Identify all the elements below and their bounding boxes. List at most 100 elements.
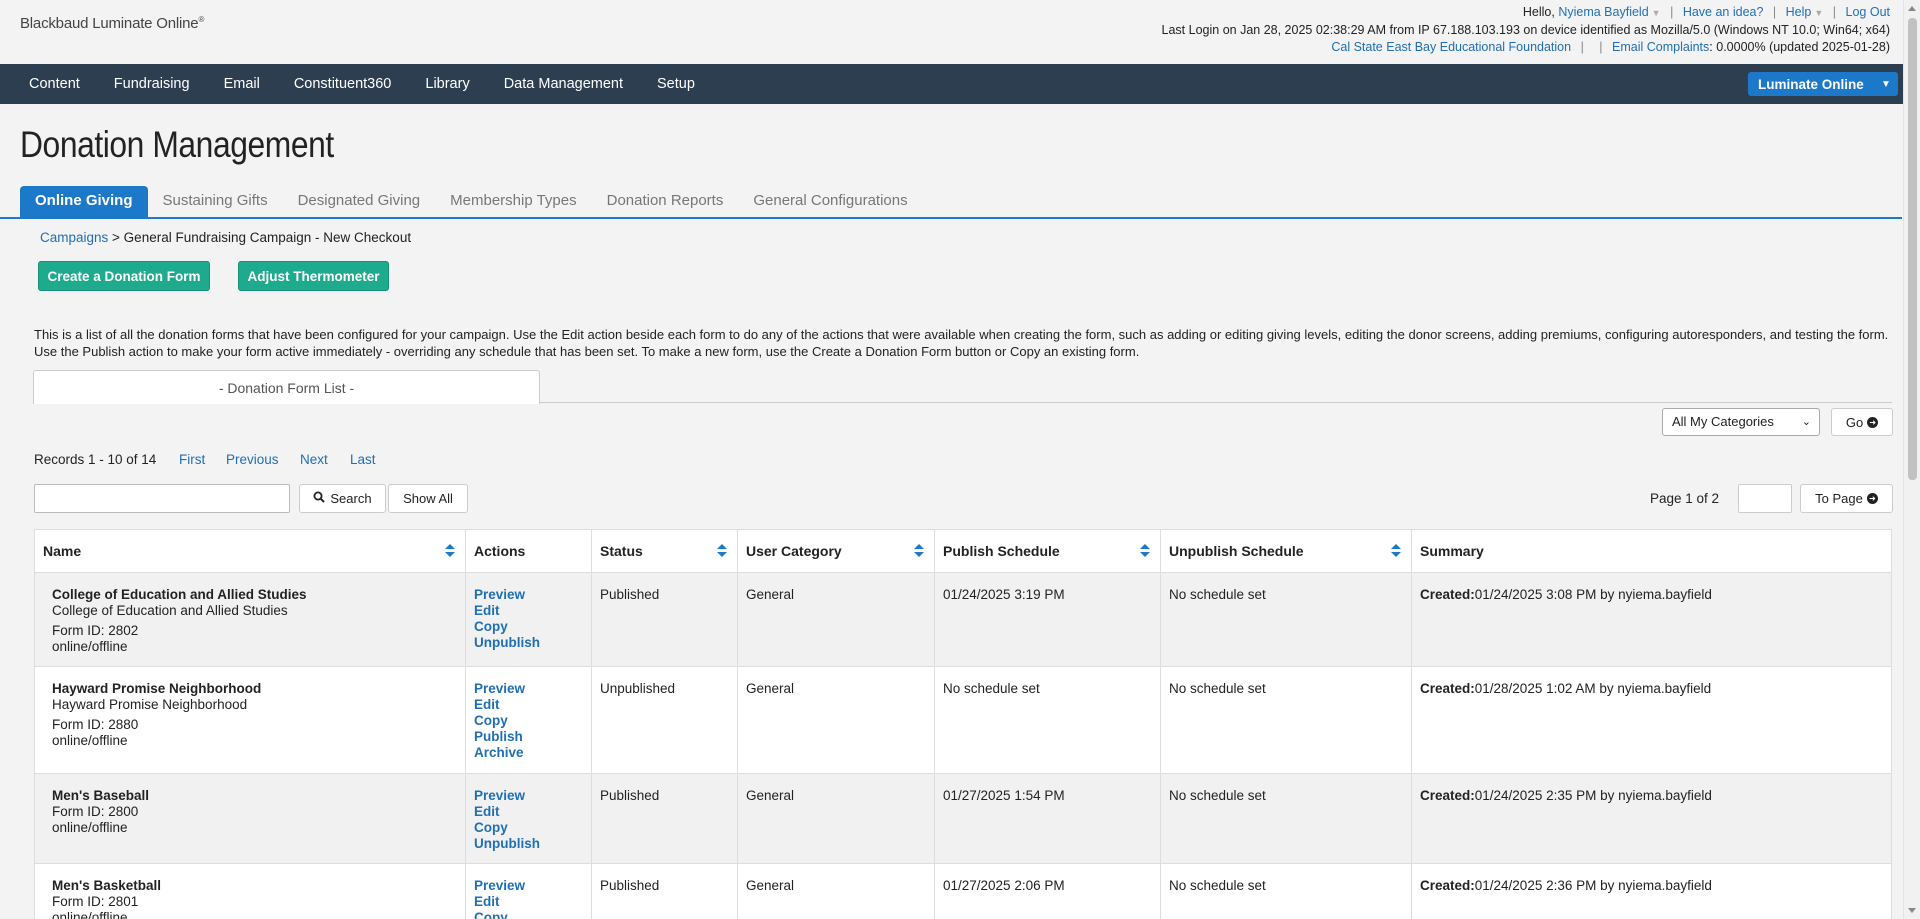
column-header-status[interactable]: Status xyxy=(592,530,738,572)
go-button-label: Go xyxy=(1845,414,1864,430)
email-complaints-link[interactable]: Email Complaints xyxy=(1612,40,1709,54)
to-page-button[interactable]: To Page ➜ xyxy=(1800,484,1893,513)
arrow-right-circle-icon: ➜ xyxy=(1866,493,1878,504)
created-label: Created: xyxy=(1420,587,1475,602)
preview-link[interactable]: Preview xyxy=(474,788,583,804)
form-name: College of Education and Allied Studies xyxy=(52,587,307,602)
pager-previous-link[interactable]: Previous xyxy=(226,452,279,467)
form-id: Form ID: 2880 xyxy=(52,717,139,732)
column-header-user-category[interactable]: User Category xyxy=(738,530,935,572)
copy-link[interactable]: Copy xyxy=(474,910,583,919)
form-subtitle: College of Education and Allied Studies xyxy=(52,603,288,618)
column-header-name[interactable]: Name xyxy=(35,530,466,572)
nav-item-email[interactable]: Email xyxy=(207,64,277,104)
column-header-label: Publish Schedule xyxy=(943,543,1060,559)
name-cell: Men's Baseball Form ID: 2800 online/offl… xyxy=(35,774,466,863)
created-label: Created: xyxy=(1420,681,1475,696)
preview-link[interactable]: Preview xyxy=(474,587,583,603)
actions-cell: Preview Edit Copy Unpublish xyxy=(466,573,592,666)
preview-link[interactable]: Preview xyxy=(474,681,583,697)
help-menu-link[interactable]: Help xyxy=(1786,5,1812,19)
pager-first-link[interactable]: First xyxy=(179,452,205,467)
preview-link[interactable]: Preview xyxy=(474,878,583,894)
scroll-down-icon[interactable] xyxy=(1908,908,1916,913)
scroll-up-icon[interactable] xyxy=(1908,6,1916,11)
tab-membership-types[interactable]: Membership Types xyxy=(435,186,591,218)
publish-schedule-cell: No schedule set xyxy=(935,667,1161,773)
copy-link[interactable]: Copy xyxy=(474,820,583,836)
arrow-right-circle-icon: ➜ xyxy=(1867,416,1879,428)
category-select[interactable]: All My Categories ⌄ xyxy=(1662,408,1820,436)
page-description: This is a list of all the donation forms… xyxy=(34,327,1889,359)
main-nav: Content Fundraising Email Constituent360… xyxy=(0,64,1920,104)
summary-cell: Created:01/24/2025 3:08 PM by nyiema.bay… xyxy=(1412,573,1891,666)
status-cell: Published xyxy=(592,573,738,666)
nav-item-constituent360[interactable]: Constituent360 xyxy=(277,64,409,104)
scrollbar-thumb[interactable] xyxy=(1908,18,1917,480)
edit-link[interactable]: Edit xyxy=(474,804,583,820)
go-button[interactable]: Go ➜ xyxy=(1831,408,1893,436)
category-cell: General xyxy=(738,573,935,666)
user-menu-link[interactable]: Nyiema Bayfield xyxy=(1558,5,1648,19)
separator: | xyxy=(1580,40,1584,54)
form-mode: online/offline xyxy=(52,639,128,654)
logo[interactable]: Blackbaud Luminate Online® xyxy=(20,15,204,32)
edit-link[interactable]: Edit xyxy=(474,603,583,619)
form-id: Form ID: 2800 xyxy=(52,804,139,819)
search-input[interactable] xyxy=(34,484,290,513)
edit-link[interactable]: Edit xyxy=(474,894,583,910)
status-cell: Published xyxy=(592,774,738,863)
unpublish-link[interactable]: Unpublish xyxy=(474,635,583,651)
chevron-down-icon: ⌄ xyxy=(1801,416,1811,428)
have-an-idea-link[interactable]: Have an idea? xyxy=(1683,5,1764,19)
created-value: 01/24/2025 2:36 PM by nyiema.bayfield xyxy=(1474,878,1712,893)
status-cell: Published xyxy=(592,864,738,919)
unpublish-link[interactable]: Unpublish xyxy=(474,836,583,852)
tab-sustaining-gifts[interactable]: Sustaining Gifts xyxy=(148,186,283,218)
org-link[interactable]: Cal State East Bay Educational Foundatio… xyxy=(1331,40,1571,54)
sort-icon xyxy=(914,544,924,558)
breadcrumb-campaigns-link[interactable]: Campaigns xyxy=(40,230,108,245)
tab-general-configurations[interactable]: General Configurations xyxy=(738,186,922,218)
tab-donation-reports[interactable]: Donation Reports xyxy=(592,186,739,218)
unpublish-schedule-cell: No schedule set xyxy=(1161,573,1412,666)
hello-text: Hello, xyxy=(1522,5,1555,19)
copy-link[interactable]: Copy xyxy=(474,619,583,635)
sort-icon xyxy=(1391,544,1401,558)
page-number-input[interactable] xyxy=(1738,484,1792,513)
nav-item-data-management[interactable]: Data Management xyxy=(487,64,640,104)
adjust-thermometer-button[interactable]: Adjust Thermometer xyxy=(238,261,389,291)
show-all-button[interactable]: Show All xyxy=(388,484,468,513)
column-header-actions: Actions xyxy=(466,530,592,572)
created-value: 01/24/2025 2:35 PM by nyiema.bayfield xyxy=(1474,788,1712,803)
category-cell: General xyxy=(738,667,935,773)
edit-link[interactable]: Edit xyxy=(474,697,583,713)
actions-cell: Preview Edit Copy xyxy=(466,864,592,919)
product-switcher-button[interactable]: Luminate Online ▼ xyxy=(1748,72,1898,96)
logout-link[interactable]: Log Out xyxy=(1846,5,1890,19)
nav-item-setup[interactable]: Setup xyxy=(640,64,712,104)
tab-online-giving[interactable]: Online Giving xyxy=(20,186,148,218)
logo-text: Blackbaud Luminate Online xyxy=(20,15,199,32)
table-row: Men's Basketball Form ID: 2801 online/of… xyxy=(35,864,1891,919)
publish-link[interactable]: Publish xyxy=(474,729,583,745)
form-name: Men's Baseball xyxy=(52,788,149,803)
donation-form-list-tab[interactable]: - Donation Form List - xyxy=(33,370,540,404)
to-page-button-label: To Page xyxy=(1815,491,1863,506)
nav-item-library[interactable]: Library xyxy=(408,64,486,104)
nav-item-fundraising[interactable]: Fundraising xyxy=(97,64,207,104)
pager-next-link[interactable]: Next xyxy=(300,452,328,467)
archive-link[interactable]: Archive xyxy=(474,745,583,761)
form-mode: online/offline xyxy=(52,733,128,748)
column-header-publish-schedule[interactable]: Publish Schedule xyxy=(935,530,1161,572)
created-label: Created: xyxy=(1420,878,1475,893)
create-donation-form-button[interactable]: Create a Donation Form xyxy=(38,261,210,291)
pager-last-link[interactable]: Last xyxy=(350,452,376,467)
tab-designated-giving[interactable]: Designated Giving xyxy=(283,186,436,218)
search-button[interactable]: Search xyxy=(299,484,386,513)
nav-item-content[interactable]: Content xyxy=(12,64,97,104)
unpublish-schedule-cell: No schedule set xyxy=(1161,774,1412,863)
column-header-unpublish-schedule[interactable]: Unpublish Schedule xyxy=(1161,530,1412,572)
copy-link[interactable]: Copy xyxy=(474,713,583,729)
page-scrollbar[interactable] xyxy=(1903,0,1920,919)
